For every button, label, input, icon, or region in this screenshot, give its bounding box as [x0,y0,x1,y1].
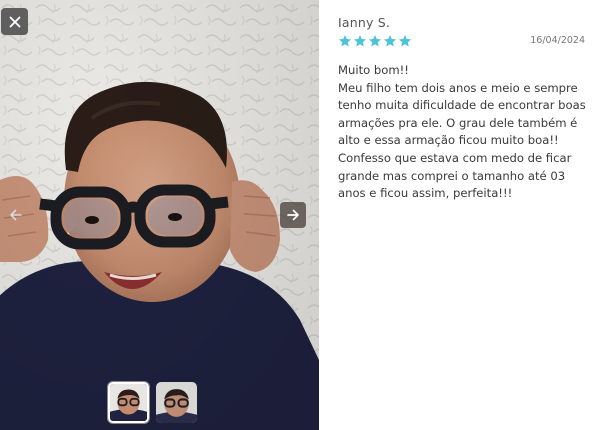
star-icon [368,35,382,47]
previous-photo-button[interactable] [3,202,29,228]
review-text: Meu filho tem dois anos e meio e sempre … [338,80,586,201]
close-icon [9,16,20,27]
star-icon [398,35,412,47]
star-rating [338,34,412,48]
close-button[interactable] [1,8,28,35]
review-modal: Ianny S. 16/04/2024 Muito bom!! Meu filh… [0,0,600,430]
review-body: Muito bom!! Meu filho tem dois anos e me… [338,62,588,203]
review-photo [0,0,319,430]
star-icon [338,35,352,47]
arrow-left-icon [10,209,22,221]
review-date: 16/04/2024 [530,35,585,46]
thumbnail-strip [108,382,197,423]
reviewer-name: Ianny S. [338,15,391,30]
review-photo-viewer [0,0,319,430]
star-icon [383,35,397,47]
thumbnail-image [110,384,147,421]
review-title: Muito bom!! [338,63,409,77]
star-icon [353,35,367,47]
next-photo-button[interactable] [280,202,306,228]
thumbnail-image [156,382,197,423]
thumbnail-2[interactable] [156,382,197,423]
thumbnail-1[interactable] [108,382,149,423]
arrow-right-icon [287,209,299,221]
